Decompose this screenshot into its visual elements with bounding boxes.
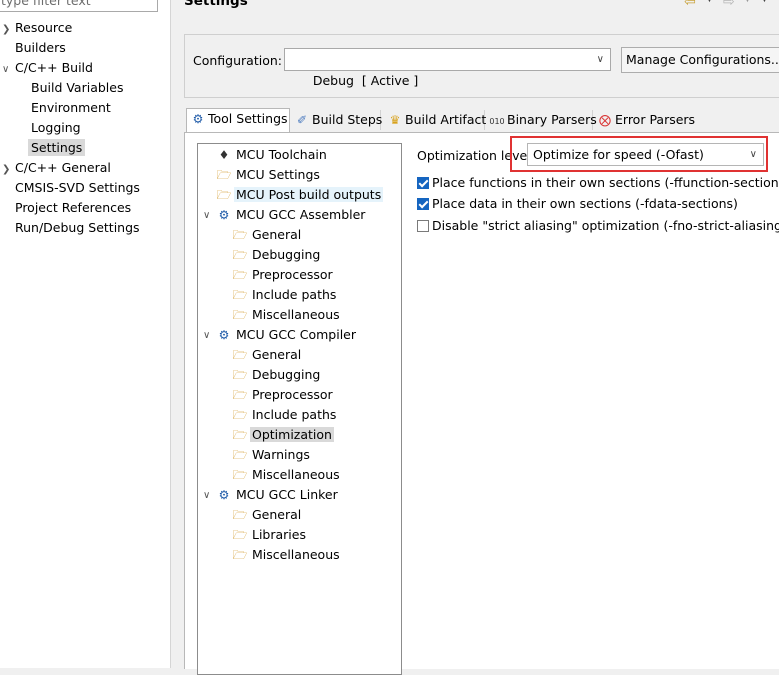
chevron-right-icon[interactable]: ❯ — [2, 164, 10, 175]
tree-item-assembler-debugging[interactable]: 🗁 Debugging — [232, 245, 321, 265]
folder-icon: 🗁 — [232, 248, 248, 262]
folder-icon: 🗁 — [232, 288, 248, 302]
tree-item-mcu-gcc-linker[interactable]: ⚙ MCU GCC Linker — [216, 485, 338, 505]
folder-icon: 🗁 — [232, 228, 248, 242]
view-menu-icon[interactable]: ▼ — [761, 0, 768, 4]
function-sections-checkbox[interactable]: Place functions in their own sections (-… — [417, 174, 779, 192]
optimization-level-value: Optimize for speed (-Ofast) — [533, 147, 704, 162]
nav-item-resource[interactable]: Resource — [15, 18, 72, 38]
data-sections-checkbox[interactable]: Place data in their own sections (-fdata… — [417, 195, 738, 213]
optimization-level-select[interactable]: Optimize for speed (-Ofast) ∨ — [527, 143, 764, 166]
manage-configurations-button[interactable]: Manage Configurations... — [621, 47, 779, 73]
chevron-down-icon[interactable]: ∨ — [203, 490, 210, 501]
folder-icon: 🗁 — [232, 408, 248, 422]
chevron-down-icon[interactable]: ▼ — [744, 0, 751, 4]
page-title: Settings — [184, 0, 248, 9]
configuration-panel: Configuration: Debug [ Active ] ∨ Manage… — [184, 34, 779, 98]
folder-icon: 🗁 — [232, 268, 248, 282]
nav-item-logging[interactable]: Logging — [31, 118, 81, 138]
checkbox-checked-icon — [417, 177, 429, 189]
tree-item-assembler-preprocessor[interactable]: 🗁 Preprocessor — [232, 265, 333, 285]
back-arrow-icon[interactable]: ⇦ — [684, 0, 696, 10]
tree-item-mcu-post-build-outputs[interactable]: 🗁 MCU Post build outputs — [216, 185, 384, 205]
tree-item-mcu-gcc-assembler[interactable]: ⚙ MCU GCC Assembler — [216, 205, 366, 225]
tree-item-linker-libraries[interactable]: 🗁 Libraries — [232, 525, 306, 545]
tree-item-compiler-include-paths[interactable]: 🗁 Include paths — [232, 405, 337, 425]
strict-aliasing-checkbox[interactable]: Disable "strict aliasing" optimization (… — [417, 217, 779, 235]
nav-item-build-variables[interactable]: Build Variables — [31, 78, 123, 98]
tool-icon: ⚙ — [218, 208, 230, 222]
forward-arrow-icon[interactable]: ⇨ — [723, 0, 735, 10]
configuration-select[interactable]: Debug [ Active ] ∨ — [284, 48, 611, 88]
folder-icon: 🗁 — [232, 308, 248, 322]
build-steps-icon: ✐ — [296, 113, 308, 127]
chevron-down-icon[interactable]: ∨ — [2, 64, 9, 75]
tree-item-compiler-debugging[interactable]: 🗁 Debugging — [232, 365, 321, 385]
tree-item-mcu-gcc-compiler[interactable]: ⚙ MCU GCC Compiler — [216, 325, 356, 345]
tree-item-linker-general[interactable]: 🗁 General — [232, 505, 302, 525]
tree-item-mcu-toolchain[interactable]: ♦ MCU Toolchain — [216, 145, 327, 165]
tree-item-assembler-include-paths[interactable]: 🗁 Include paths — [232, 285, 337, 305]
tab-build-steps[interactable]: ✐ Build Steps — [291, 110, 382, 130]
nav-item-environment[interactable]: Environment — [31, 98, 111, 118]
tab-build-artifact[interactable]: ♛ Build Artifact — [384, 110, 486, 130]
configuration-label: Configuration: — [193, 53, 282, 68]
nav-item-project-references[interactable]: Project References — [15, 198, 131, 218]
nav-item-run-debug-settings[interactable]: Run/Debug Settings — [15, 218, 140, 238]
tab-error-parsers[interactable]: ⨂ Error Parsers — [594, 110, 699, 130]
folder-icon: 🗁 — [232, 348, 248, 362]
folder-icon: 🗁 — [232, 368, 248, 382]
chevron-down-icon[interactable]: ∨ — [203, 210, 210, 221]
property-nav-pane: type filter text ❯ Resource Builders ∨ C… — [0, 0, 171, 668]
folder-icon: 🗁 — [216, 168, 232, 182]
folder-icon: 🗁 — [232, 448, 248, 462]
tool-tree[interactable]: ♦ MCU Toolchain 🗁 MCU Settings 🗁 MCU Post b… — [197, 143, 402, 675]
folder-icon: 🗁 — [232, 388, 248, 402]
folder-icon: 🗁 — [216, 188, 232, 202]
nav-item-settings[interactable]: Settings — [28, 138, 86, 158]
tool-settings-icon: ⚙ — [192, 112, 204, 126]
nav-item-cmsis-svd-settings[interactable]: CMSIS-SVD Settings — [15, 178, 140, 198]
nav-item-c-cpp-general[interactable]: C/C++ General — [15, 158, 111, 178]
tree-item-compiler-miscellaneous[interactable]: 🗁 Miscellaneous — [232, 465, 340, 485]
settings-page: Settings ⇦ ▼ ⇨ ▼ ▼ Configuration: Debug … — [171, 0, 779, 675]
nav-item-c-cpp-build[interactable]: C/C++ Build — [15, 58, 93, 78]
tool-icon: ⚙ — [218, 488, 230, 502]
tree-item-assembler-miscellaneous[interactable]: 🗁 Miscellaneous — [232, 305, 340, 325]
folder-icon: 🗁 — [232, 468, 248, 482]
filter-input[interactable]: type filter text — [0, 0, 158, 12]
tree-item-mcu-settings[interactable]: 🗁 MCU Settings — [216, 165, 320, 185]
tool-icon: ⚙ — [218, 328, 230, 342]
error-parsers-icon: ⨂ — [599, 113, 611, 127]
tab-bar: ⚙ Tool Settings ✐ Build Steps ♛ Build Artif… — [184, 108, 779, 132]
tree-item-compiler-warnings[interactable]: 🗁 Warnings — [232, 445, 310, 465]
chevron-down-icon[interactable]: ▼ — [706, 0, 713, 4]
checkbox-checked-icon — [417, 198, 429, 210]
chip-icon: ♦ — [218, 148, 230, 162]
checkbox-unchecked-icon — [417, 220, 429, 232]
binary-parsers-icon: 010 — [489, 117, 505, 126]
chevron-down-icon[interactable]: ∨ — [203, 330, 210, 341]
tree-item-linker-miscellaneous[interactable]: 🗁 Miscellaneous — [232, 545, 340, 565]
tree-item-compiler-optimization[interactable]: 🗁 Optimization — [232, 425, 334, 445]
chevron-down-icon: ∨ — [596, 54, 604, 65]
configuration-value: Debug [ Active ] — [312, 73, 419, 88]
folder-icon: 🗁 — [232, 508, 248, 522]
nav-item-builders[interactable]: Builders — [15, 38, 66, 58]
chevron-down-icon: ∨ — [749, 149, 757, 160]
tree-item-assembler-general[interactable]: 🗁 General — [232, 225, 302, 245]
build-artifact-icon: ♛ — [389, 113, 401, 127]
tree-item-compiler-preprocessor[interactable]: 🗁 Preprocessor — [232, 385, 333, 405]
folder-icon: 🗁 — [232, 528, 248, 542]
chevron-right-icon[interactable]: ❯ — [2, 24, 10, 35]
tree-item-compiler-general[interactable]: 🗁 General — [232, 345, 302, 365]
tab-tool-settings[interactable]: ⚙ Tool Settings — [186, 108, 290, 132]
folder-icon: 🗁 — [232, 548, 248, 562]
folder-icon: 🗁 — [232, 428, 248, 442]
tool-settings-panel: ♦ MCU Toolchain 🗁 MCU Settings 🗁 MCU Post b… — [184, 132, 779, 675]
tab-binary-parsers[interactable]: 010 Binary Parsers — [486, 110, 597, 130]
